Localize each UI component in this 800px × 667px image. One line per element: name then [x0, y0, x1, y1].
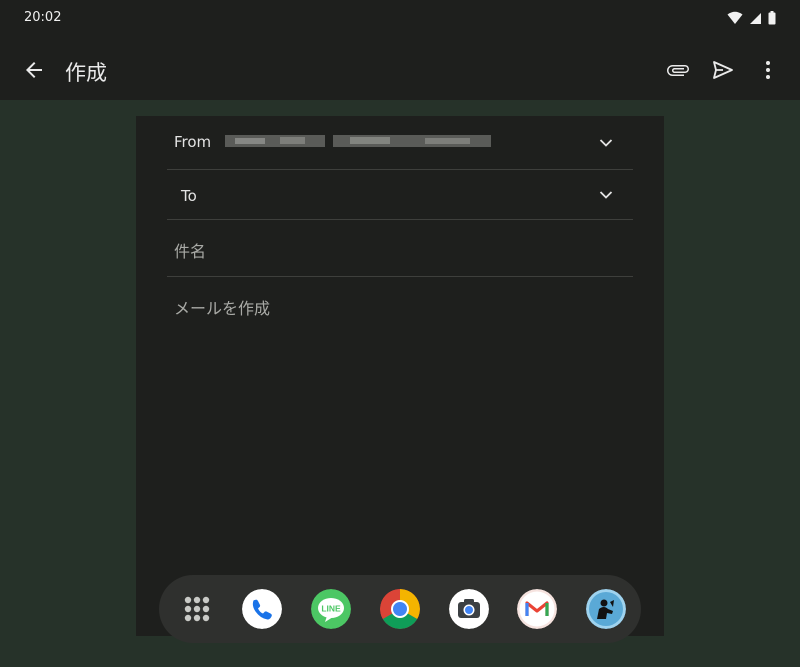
- to-row[interactable]: To: [167, 170, 633, 220]
- chevron-down-icon[interactable]: [599, 190, 613, 200]
- subject-field[interactable]: 件名: [167, 220, 633, 277]
- attach-icon[interactable]: [666, 58, 690, 82]
- chrome-icon[interactable]: [380, 589, 420, 629]
- to-label: To: [181, 187, 197, 205]
- gmail-icon[interactable]: [517, 589, 557, 629]
- page-title: 作成: [65, 61, 107, 85]
- subject-placeholder: 件名: [174, 242, 207, 261]
- signal-icon: [750, 12, 761, 24]
- chevron-down-icon[interactable]: [599, 138, 613, 148]
- app-bar: 作成: [0, 40, 800, 100]
- from-label: From: [174, 133, 212, 151]
- app-dock: LINE: [159, 575, 641, 643]
- body-field[interactable]: メールを作成: [167, 277, 633, 577]
- wifi-icon: [727, 11, 743, 24]
- phone-icon[interactable]: [242, 589, 282, 629]
- arrow-back-icon[interactable]: [22, 58, 46, 82]
- body-placeholder: メールを作成: [174, 299, 271, 318]
- send-icon[interactable]: [711, 58, 735, 82]
- from-address-redacted: [225, 135, 491, 147]
- kindle-icon[interactable]: [586, 589, 626, 629]
- status-icons: [727, 11, 776, 25]
- status-bar: 20:02: [0, 0, 800, 40]
- camera-icon[interactable]: [449, 589, 489, 629]
- more-vert-icon[interactable]: [756, 58, 780, 82]
- status-time: 20:02: [24, 10, 62, 25]
- compose-panel: From To 件名 メールを作成: [136, 116, 664, 636]
- line-logo-text: LINE: [321, 604, 341, 614]
- from-row[interactable]: From: [167, 116, 633, 170]
- line-icon[interactable]: LINE: [311, 589, 351, 629]
- app-drawer-icon[interactable]: [177, 589, 217, 629]
- battery-icon: [768, 11, 776, 25]
